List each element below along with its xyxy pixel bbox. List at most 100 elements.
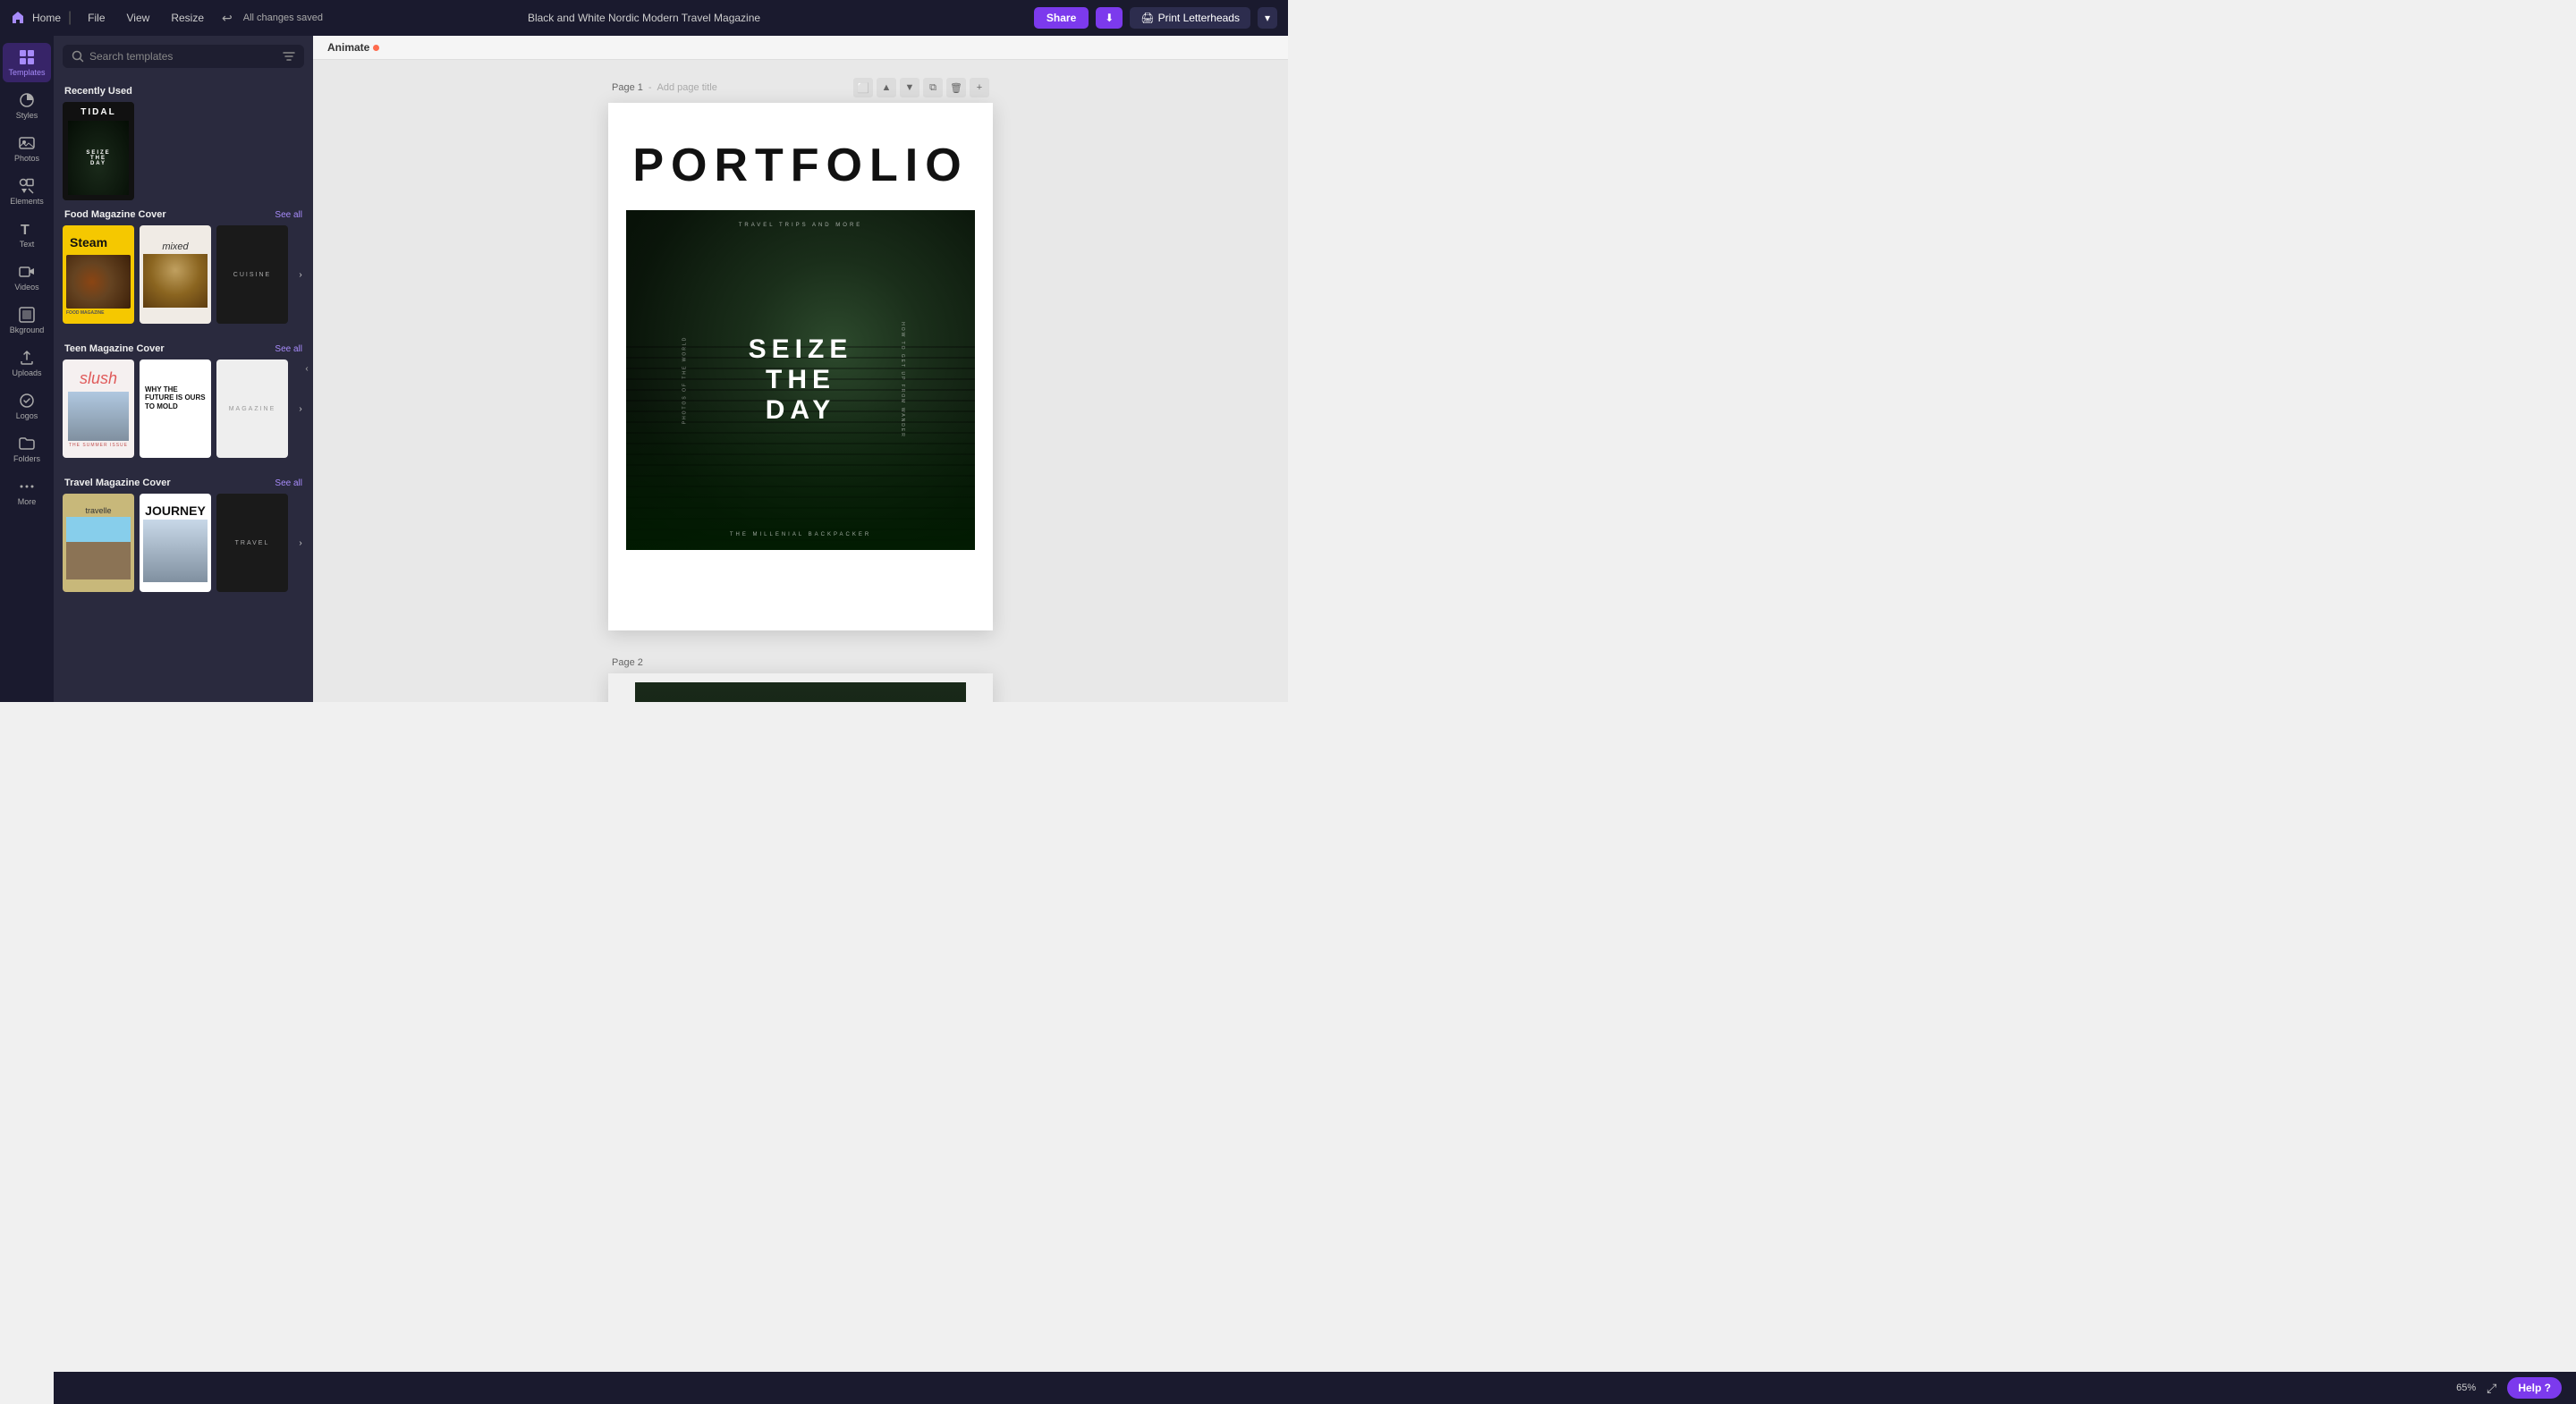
- travel-section-title: Travel Magazine Cover: [64, 478, 171, 488]
- page-2-canvas[interactable]: [608, 673, 993, 702]
- page-delete-button[interactable]: 🗑: [946, 78, 966, 97]
- photos-icon: [18, 134, 36, 152]
- page-frame-button[interactable]: ⬜: [853, 78, 873, 97]
- teen-template-dark3[interactable]: MAGAZINE: [216, 359, 288, 458]
- page-1-header: Page 1 - Add page title ⬜ ▲ ▼ ⧉ 🗑 +: [608, 78, 993, 97]
- sidebar-item-templates[interactable]: Templates: [3, 43, 51, 82]
- text-label: Text: [20, 240, 35, 249]
- svg-text:T: T: [21, 223, 30, 238]
- search-input[interactable]: [89, 50, 277, 63]
- sidebar-item-elements[interactable]: Elements: [3, 172, 51, 211]
- hide-panel-button[interactable]: ‹: [299, 351, 313, 387]
- sidebar-item-more[interactable]: More: [3, 472, 51, 512]
- topbar: Home | File View Resize ↩ All changes sa…: [0, 0, 1288, 36]
- sidebar-item-uploads[interactable]: Uploads: [3, 343, 51, 383]
- search-icon: [72, 50, 84, 63]
- background-icon: [18, 306, 36, 324]
- view-menu[interactable]: View: [118, 8, 159, 28]
- print-icon: 🖨: [1140, 12, 1154, 24]
- topbar-right: Share ⬇ 🖨 Print Letterheads ▾: [1034, 7, 1277, 29]
- home-nav-item[interactable]: Home: [11, 11, 61, 25]
- page-up-button[interactable]: ▲: [877, 78, 896, 97]
- travel1-thumbnail-image: [66, 517, 131, 579]
- nav-separator: |: [68, 10, 72, 26]
- teen-template-slush[interactable]: slush THE SUMMER ISSUE: [63, 359, 134, 458]
- sidebar-item-text[interactable]: T Text: [3, 215, 51, 254]
- teen-section-header: Teen Magazine Cover See all: [54, 334, 313, 359]
- home-label: Home: [32, 12, 61, 24]
- zoom-level: 65%: [2456, 1383, 2476, 1393]
- travel-see-all[interactable]: See all: [275, 478, 302, 488]
- sidebar-item-styles[interactable]: Styles: [3, 86, 51, 125]
- text-icon: T: [18, 220, 36, 238]
- recently-used-section: TIDAL SEIZE THE DAY: [54, 102, 313, 200]
- teen-template-why[interactable]: WHY THE FUTURE IS OURS TO MOLD: [140, 359, 211, 458]
- sidebar-item-photos[interactable]: Photos: [3, 129, 51, 168]
- photos-label: Photos: [14, 154, 39, 163]
- teen-scroll-right[interactable]: ›: [292, 391, 309, 427]
- side-text-left: PHOTOS OF THE WORLD: [682, 336, 687, 425]
- food-template-steam[interactable]: Steam FOOD MAGAZINE: [63, 225, 134, 324]
- more-label: More: [18, 497, 37, 506]
- undo-icon[interactable]: ↩: [222, 11, 233, 26]
- file-menu[interactable]: File: [79, 8, 114, 28]
- food-scroll-right[interactable]: ›: [292, 257, 309, 292]
- topbar-nav: Home | File View Resize ↩ All changes sa…: [11, 8, 1034, 28]
- videos-icon: [18, 263, 36, 281]
- elements-label: Elements: [10, 197, 44, 206]
- food-template-mixed[interactable]: mixed: [140, 225, 211, 324]
- sidebar-item-logos[interactable]: Logos: [3, 386, 51, 426]
- resize-menu[interactable]: Resize: [162, 8, 213, 28]
- uploads-icon: [18, 349, 36, 367]
- sidebar-item-folders[interactable]: Folders: [3, 429, 51, 469]
- elements-icon: [18, 177, 36, 195]
- travel-image-block[interactable]: TRAVEL TRIPS AND MORE SEIZE THE DAY PHOT…: [626, 210, 975, 550]
- animate-dot: [373, 45, 379, 51]
- page-1-canvas[interactable]: PORTFOLIO TRAVEL TRIPS AND MORE SEIZE TH…: [608, 103, 993, 630]
- food-see-all[interactable]: See all: [275, 210, 302, 220]
- filter-icon[interactable]: [283, 50, 295, 63]
- travel-scroll-right[interactable]: ›: [292, 525, 309, 561]
- side-text-right: HOW TO GET UP FROM WANDER: [900, 322, 905, 438]
- document-title: Black and White Nordic Modern Travel Mag…: [528, 12, 760, 24]
- styles-icon: [18, 91, 36, 109]
- page-2-wrapper: Page 2: [608, 657, 993, 702]
- videos-label: Videos: [14, 283, 38, 292]
- expand-canvas-button[interactable]: ⤢: [2487, 1381, 2496, 1396]
- folders-icon: [18, 435, 36, 452]
- logos-label: Logos: [16, 411, 38, 420]
- search-bar: [63, 45, 304, 68]
- page-2-label: Page 2: [612, 657, 643, 668]
- sidebar-item-videos[interactable]: Videos: [3, 258, 51, 297]
- seize-line1: SEIZE: [749, 334, 853, 365]
- recently-used-tidal[interactable]: TIDAL SEIZE THE DAY: [63, 102, 134, 200]
- journey-thumbnail-image: [143, 520, 208, 582]
- travel-template-1[interactable]: travelle: [63, 494, 134, 592]
- animate-button[interactable]: Animate: [327, 41, 379, 54]
- print-button[interactable]: 🖨 Print Letterheads: [1130, 7, 1250, 29]
- page-down-button[interactable]: ▼: [900, 78, 919, 97]
- templates-icon: [18, 48, 36, 66]
- travel-template-dark3[interactable]: TRAVEL: [216, 494, 288, 592]
- food-template-dark3[interactable]: CUISINE: [216, 225, 288, 324]
- download-button[interactable]: ⬇: [1096, 7, 1123, 29]
- bottom-bar: 65% ⤢ Help ?: [54, 1372, 2576, 1404]
- page-2-image: [635, 682, 966, 702]
- pages-container: Page 1 - Add page title ⬜ ▲ ▼ ⧉ 🗑 +: [313, 60, 1288, 702]
- page-copy-button[interactable]: ⧉: [923, 78, 943, 97]
- travel-template-journey[interactable]: JOURNEY: [140, 494, 211, 592]
- tidal-thumbnail-image: SEIZE THE DAY: [68, 121, 129, 195]
- travel-text-bottom: THE MILLENIAL BACKPACKER: [730, 532, 871, 537]
- animate-label: Animate: [327, 41, 369, 54]
- icon-sidebar: Templates Styles Photos El: [0, 36, 54, 702]
- page-1-wrapper: Page 1 - Add page title ⬜ ▲ ▼ ⧉ 🗑 +: [608, 78, 993, 630]
- share-button[interactable]: Share: [1034, 7, 1089, 29]
- page-add-button[interactable]: +: [970, 78, 989, 97]
- folders-label: Folders: [13, 454, 40, 463]
- travel-section-header: Travel Magazine Cover See all: [54, 469, 313, 494]
- help-button[interactable]: Help ?: [2507, 1377, 2562, 1399]
- page-1-title-placeholder[interactable]: Add page title: [657, 82, 717, 93]
- sidebar-item-background[interactable]: Bkground: [3, 300, 51, 340]
- print-expand-button[interactable]: ▾: [1258, 7, 1277, 29]
- slush-thumbnail-image: [68, 392, 129, 441]
